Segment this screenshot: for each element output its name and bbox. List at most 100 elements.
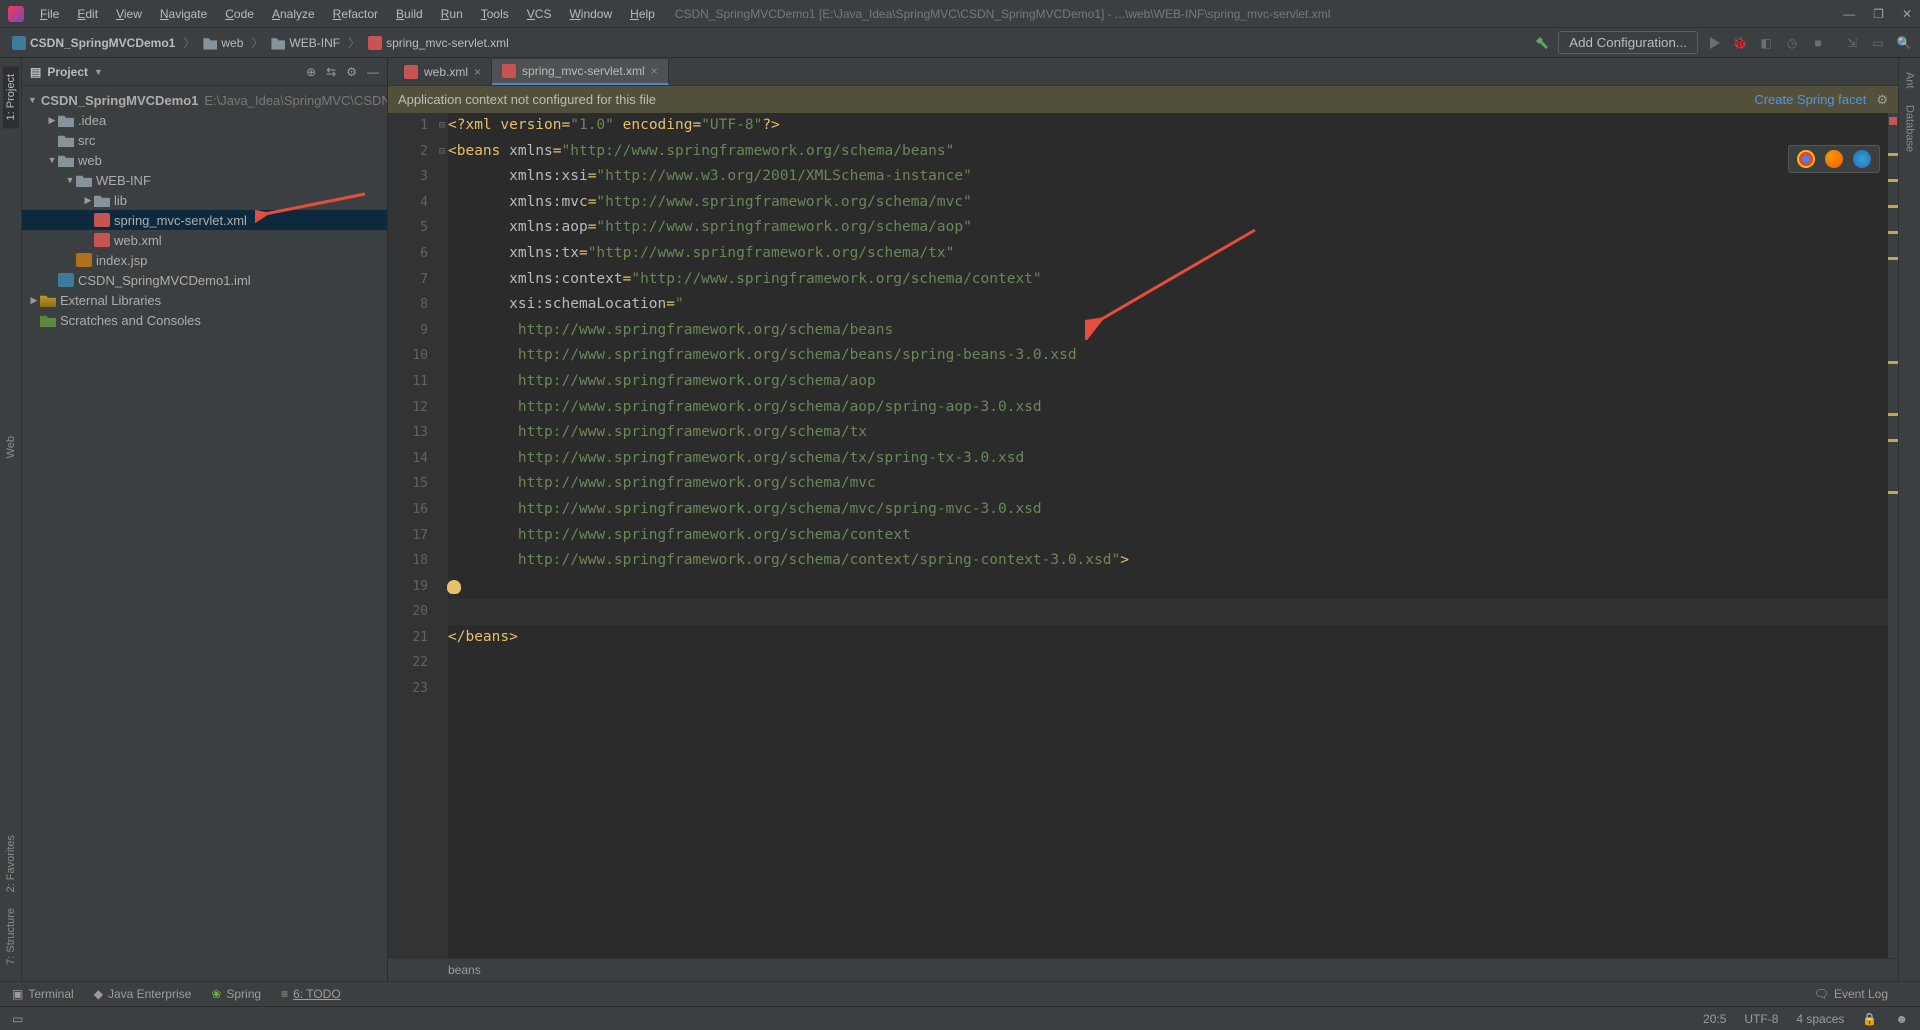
caret-position[interactable]: 20:5	[1703, 1012, 1726, 1026]
code-content[interactable]: <?xml version="1.0" encoding="UTF-8"?><b…	[448, 113, 1888, 958]
breadcrumb-path[interactable]: beans	[448, 963, 481, 977]
java-ee-tab[interactable]: ◆Java Enterprise	[94, 987, 192, 1001]
dropdown-icon[interactable]: ▼	[94, 67, 103, 77]
add-configuration-button[interactable]: Add Configuration...	[1558, 31, 1698, 54]
minimize-icon[interactable]: —	[1843, 7, 1855, 21]
tab-close-icon[interactable]: ×	[651, 64, 658, 78]
warning-marker[interactable]	[1888, 205, 1898, 208]
database-tool-tab[interactable]: Database	[1902, 97, 1918, 160]
expand-icon[interactable]: ⇆	[326, 65, 336, 79]
tree-item[interactable]: spring_mvc-servlet.xml	[22, 210, 387, 230]
editor-tab[interactable]: web.xml×	[394, 59, 492, 85]
hide-icon[interactable]: —	[367, 65, 379, 79]
tree-item[interactable]: ▼CSDN_SpringMVCDemo1E:\Java_Idea\SpringM…	[22, 90, 387, 110]
search-icon[interactable]: 🔍	[1896, 35, 1912, 51]
tree-item[interactable]: ▶External Libraries	[22, 290, 387, 310]
update-project-icon[interactable]: ⇲	[1844, 35, 1860, 51]
menu-vcs[interactable]: VCS	[519, 5, 560, 23]
warning-marker[interactable]	[1888, 413, 1898, 416]
chrome-icon[interactable]	[1797, 150, 1815, 168]
tree-arrow-icon[interactable]: ▼	[46, 155, 58, 165]
tree-item[interactable]: ▶.idea	[22, 110, 387, 130]
coverage-icon[interactable]: ◧	[1758, 35, 1774, 51]
favorites-tool-tab[interactable]: 2: Favorites	[3, 827, 19, 900]
close-icon[interactable]: ✕	[1902, 7, 1912, 21]
project-tree[interactable]: ▼CSDN_SpringMVCDemo1E:\Java_Idea\SpringM…	[22, 86, 387, 981]
gear-icon[interactable]: ⚙	[346, 65, 357, 79]
editor-tab[interactable]: spring_mvc-servlet.xml×	[492, 59, 669, 85]
structure-tool-tab[interactable]: 7: Structure	[3, 900, 19, 973]
tree-arrow-icon[interactable]: ▶	[82, 195, 94, 206]
breadcrumb-item[interactable]: spring_mvc-servlet.xml	[364, 34, 513, 52]
create-facet-link[interactable]: Create Spring facet	[1754, 92, 1866, 107]
breadcrumb-item[interactable]: CSDN_SpringMVCDemo1	[8, 34, 179, 52]
error-marker[interactable]	[1889, 117, 1897, 125]
error-stripe[interactable]	[1888, 113, 1898, 958]
tree-item[interactable]: src	[22, 130, 387, 150]
warning-marker[interactable]	[1888, 153, 1898, 156]
todo-tab[interactable]: ≡6: TODO	[281, 987, 341, 1001]
menu-code[interactable]: Code	[217, 5, 262, 23]
menu-window[interactable]: Window	[561, 5, 620, 23]
spring-tab[interactable]: ❀Spring	[211, 987, 261, 1001]
menu-navigate[interactable]: Navigate	[152, 5, 215, 23]
tree-item[interactable]: ▼WEB-INF	[22, 170, 387, 190]
menu-run[interactable]: Run	[433, 5, 471, 23]
tree-item[interactable]: ▼web	[22, 150, 387, 170]
menu-analyze[interactable]: Analyze	[264, 5, 323, 23]
tree-arrow-icon[interactable]: ▼	[28, 95, 37, 105]
intention-bulb-icon[interactable]	[447, 580, 461, 594]
menu-help[interactable]: Help	[622, 5, 663, 23]
event-log-tab[interactable]: 🗨Event Log	[1814, 987, 1888, 1001]
tree-arrow-icon[interactable]: ▶	[28, 295, 40, 306]
warning-marker[interactable]	[1888, 257, 1898, 260]
profile-icon[interactable]: ◷	[1784, 35, 1800, 51]
tree-item[interactable]: Scratches and Consoles	[22, 310, 387, 330]
tree-item[interactable]: web.xml	[22, 230, 387, 250]
ie-icon[interactable]	[1853, 150, 1871, 168]
ant-tool-tab[interactable]: Ant	[1902, 64, 1918, 97]
maximize-icon[interactable]: ❐	[1873, 7, 1884, 21]
menu-tools[interactable]: Tools	[473, 5, 517, 23]
build-icon[interactable]	[1534, 35, 1550, 51]
project-tool-tab[interactable]: 1: Project	[3, 66, 19, 128]
tree-item[interactable]: index.jsp	[22, 250, 387, 270]
warning-marker[interactable]	[1888, 179, 1898, 182]
tree-arrow-icon[interactable]: ▼	[64, 175, 76, 185]
warning-marker[interactable]	[1888, 491, 1898, 494]
breadcrumb-item[interactable]: WEB-INF	[267, 34, 344, 52]
tree-item[interactable]: ▶lib	[22, 190, 387, 210]
menu-file[interactable]: File	[32, 5, 67, 23]
menu-view[interactable]: View	[108, 5, 150, 23]
breadcrumb-item[interactable]: web	[199, 34, 247, 52]
run-icon[interactable]	[1706, 35, 1722, 51]
indent-setting[interactable]: 4 spaces	[1796, 1012, 1844, 1026]
warning-marker[interactable]	[1888, 361, 1898, 364]
terminal-tab[interactable]: ▣Terminal	[12, 987, 74, 1001]
code-breadcrumb[interactable]: beans	[388, 958, 1898, 981]
xml-file-icon	[502, 64, 516, 78]
web-tool-tab[interactable]: Web	[3, 428, 19, 466]
tree-arrow-icon[interactable]: ▶	[46, 115, 58, 126]
menu-refactor[interactable]: Refactor	[325, 5, 386, 23]
fold-gutter[interactable]: ⊟⊟	[436, 113, 448, 958]
warning-marker[interactable]	[1888, 439, 1898, 442]
debug-icon[interactable]: 🐞	[1732, 35, 1748, 51]
lock-icon[interactable]: 🔒	[1862, 1012, 1877, 1026]
sidebar-title[interactable]: Project	[47, 65, 88, 79]
code-editor[interactable]: 1234567891011121314151617181920212223 ⊟⊟…	[388, 113, 1898, 958]
file-encoding[interactable]: UTF-8	[1744, 1012, 1778, 1026]
tree-item[interactable]: CSDN_SpringMVCDemo1.iml	[22, 270, 387, 290]
menu-build[interactable]: Build	[388, 5, 431, 23]
stop-icon[interactable]: ■	[1810, 35, 1826, 51]
warning-marker[interactable]	[1888, 231, 1898, 234]
tab-close-icon[interactable]: ×	[474, 65, 481, 79]
notice-text: Application context not configured for t…	[398, 92, 656, 107]
locate-icon[interactable]: ⊕	[306, 65, 316, 79]
notice-gear-icon[interactable]: ⚙	[1876, 92, 1888, 108]
firefox-icon[interactable]	[1825, 150, 1843, 168]
status-menu-icon[interactable]: ▭	[12, 1012, 23, 1026]
search-everywhere-icon[interactable]: ▭	[1870, 35, 1886, 51]
menu-edit[interactable]: Edit	[69, 5, 106, 23]
inspector-icon[interactable]: ☻	[1895, 1012, 1908, 1026]
